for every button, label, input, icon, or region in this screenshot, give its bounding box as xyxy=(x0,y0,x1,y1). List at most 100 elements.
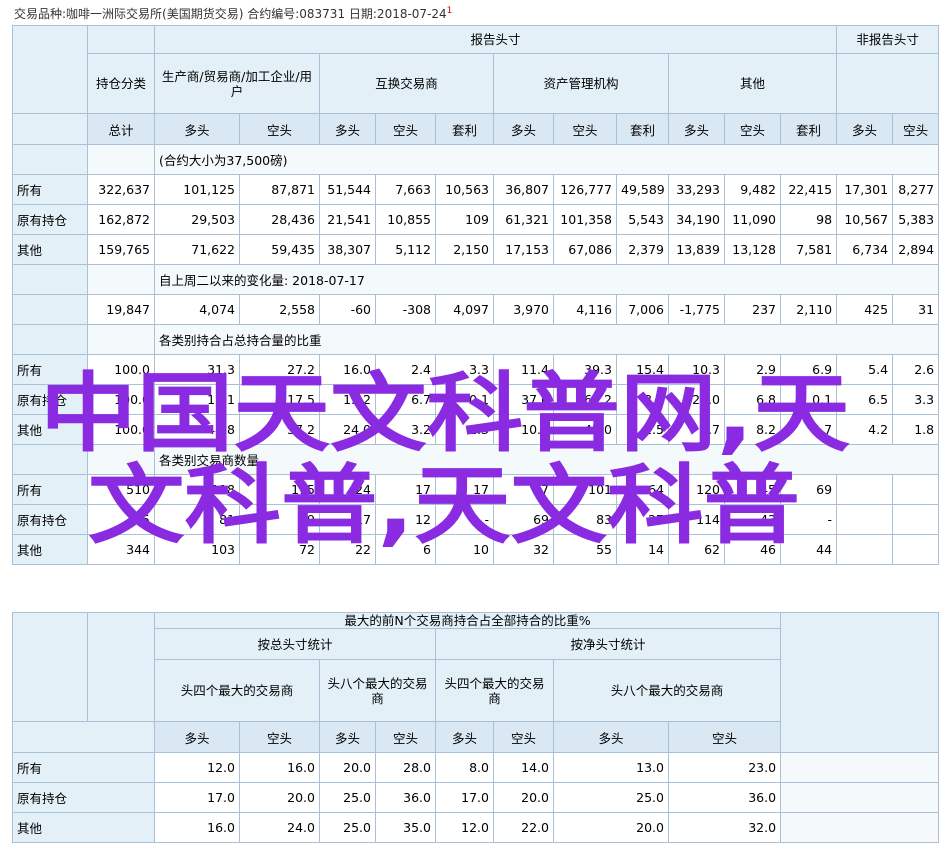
data-cell: 98 xyxy=(779,204,838,235)
concentration-data-row: 原有持仓 17.0 20.0 25.0 36.0 17.0 20.0 25.0 36.0 xyxy=(12,782,940,813)
column-header: 套利 xyxy=(616,113,669,145)
data-cell: 17 xyxy=(375,474,436,505)
data-cell: -1,775 xyxy=(668,294,725,325)
data-cell: 37.6 xyxy=(493,384,554,415)
data-cell: 22,415 xyxy=(779,174,838,205)
data-cell: 20.0 xyxy=(493,782,554,813)
data-cell: 120 xyxy=(668,474,725,505)
data-cell xyxy=(892,534,940,565)
column-header: 多头 xyxy=(668,113,725,145)
traders-row: 原有持仓 465 81 59 17 12-69 83 27 114 43- xyxy=(12,504,940,535)
concentration-data-row: 其他 16.0 24.0 25.0 35.0 12.0 22.0 20.0 32.0 xyxy=(12,812,940,843)
data-cell: 10,563 xyxy=(435,174,494,205)
row-label: 所有 xyxy=(12,354,88,385)
data-cell: 38,307 xyxy=(319,234,376,265)
report-header-text: 交易品种:咖啡一洲际交易所(美国期货交易) 合约编号:083731 日期:201… xyxy=(14,7,447,21)
section-contract-size: (合约大小为37,500磅) xyxy=(12,144,940,175)
data-cell: 51,544 xyxy=(319,174,376,205)
data-cell: 59 xyxy=(239,504,320,535)
data-cell: 7,581 xyxy=(779,234,838,265)
data-cell: 72 xyxy=(239,534,320,565)
data-cell: 64 xyxy=(616,474,669,505)
percent-row: 其他 100.0 44.8 37.2 24.0 3.2 1.3 10.7 42.0 1.5 8.7 8… xyxy=(12,414,940,445)
section-blank xyxy=(87,324,155,355)
column-header: 空头 xyxy=(724,113,781,145)
data-cell: 20.0 xyxy=(319,752,376,783)
data-cell: 1.8 xyxy=(892,414,940,445)
data-cell: 6.7 xyxy=(375,384,436,415)
row-label: 原有持仓 xyxy=(12,384,88,415)
data-cell: 17.5 xyxy=(239,384,320,415)
column-header: 空头 xyxy=(493,721,554,753)
section-title: 各类别交易商数量 xyxy=(153,444,940,475)
header-footnote-mark: 1 xyxy=(446,6,453,16)
data-cell: 44 xyxy=(779,534,838,565)
data-cell: 101,358 xyxy=(553,204,617,235)
column-header: 多头 xyxy=(493,113,554,145)
data-cell: 5,383 xyxy=(892,204,940,235)
concentration-col-blank xyxy=(12,721,155,753)
data-cell xyxy=(836,534,894,565)
section-title: 自上周二以来的变化量: 2018-07-17 xyxy=(153,264,940,295)
concentration-corner xyxy=(12,612,88,722)
data-cell: 162,872 xyxy=(87,204,155,235)
data-cell: 16.0 xyxy=(319,354,376,385)
group-header: 互换交易商 xyxy=(319,53,494,114)
concentration-row-blank xyxy=(780,812,940,843)
data-cell: 159,765 xyxy=(87,234,155,265)
column-header: 多头 xyxy=(836,113,894,145)
data-cell: 9,482 xyxy=(724,174,781,205)
data-cell: 0.1 xyxy=(779,384,838,415)
data-cell: 12.0 xyxy=(435,812,494,843)
data-cell: 17,153 xyxy=(493,234,554,265)
data-cell: 115 xyxy=(239,474,320,505)
data-cell: 13,128 xyxy=(724,234,781,265)
concentration-right-blank xyxy=(780,612,940,753)
data-cell: 3,970 xyxy=(493,294,554,325)
data-cell: 4.2 xyxy=(836,414,894,445)
data-cell: 61,321 xyxy=(493,204,554,235)
row-label xyxy=(12,294,88,325)
data-cell: 33,293 xyxy=(668,174,725,205)
data-cell: 14.0 xyxy=(493,752,554,783)
data-cell: 24.0 xyxy=(239,812,320,843)
traders-row: 其他 344 103 72 22 6 10 32 55 14 62 46 44 xyxy=(12,534,940,565)
traders-row: 所有 510 118 115 24 17 17 57 101 64 120 45 69 xyxy=(12,474,940,505)
data-cell: 21,541 xyxy=(319,204,376,235)
data-cell: 22 xyxy=(319,534,376,565)
data-cell: 28.0 xyxy=(375,752,436,783)
column-header: 空头 xyxy=(892,113,940,145)
row-label: 所有 xyxy=(12,752,155,783)
data-cell: 100.0 xyxy=(87,414,155,445)
row-label: 其他 xyxy=(12,534,88,565)
data-cell: 344 xyxy=(87,534,155,565)
data-cell xyxy=(892,504,940,535)
data-cell: 3.2 xyxy=(375,414,436,445)
change-row: 19,847 4,074 2,558 -60 -308 4,097 3,970 4,116 7,… xyxy=(12,294,940,325)
data-cell: 31.3 xyxy=(154,354,240,385)
data-cell: 13.2 xyxy=(319,384,376,415)
data-cell: 1.5 xyxy=(616,414,669,445)
row-label: 其他 xyxy=(12,234,88,265)
data-cell: 0.1 xyxy=(435,384,494,415)
data-cell: 37.2 xyxy=(239,414,320,445)
concentration-table: 最大的前N个交易商持合占全部持合的比重% 按总头寸统计 按净头寸统计 头四个最大的交易… xyxy=(12,612,940,843)
data-cell: 7,663 xyxy=(375,174,436,205)
row-label: 原有持仓 xyxy=(12,782,155,813)
data-cell: 27.2 xyxy=(239,354,320,385)
data-cell: 6,734 xyxy=(836,234,894,265)
column-header: 多头 xyxy=(154,113,240,145)
data-cell xyxy=(836,474,894,505)
data-cell: 39.3 xyxy=(553,354,617,385)
data-cell: 32.0 xyxy=(667,812,782,843)
column-header: 多头 xyxy=(435,721,494,753)
data-cell: 100.0 xyxy=(87,354,155,385)
data-cell: 16.0 xyxy=(154,812,240,843)
data-cell: 24 xyxy=(319,474,376,505)
sub-header: 头四个最大的交易商 xyxy=(154,659,320,722)
data-cell: 23.0 xyxy=(667,752,782,783)
column-header: 套利 xyxy=(435,113,494,145)
section-change: 自上周二以来的变化量: 2018-07-17 xyxy=(12,264,940,295)
data-cell: 28,436 xyxy=(239,204,320,235)
data-cell: 465 xyxy=(87,504,155,535)
